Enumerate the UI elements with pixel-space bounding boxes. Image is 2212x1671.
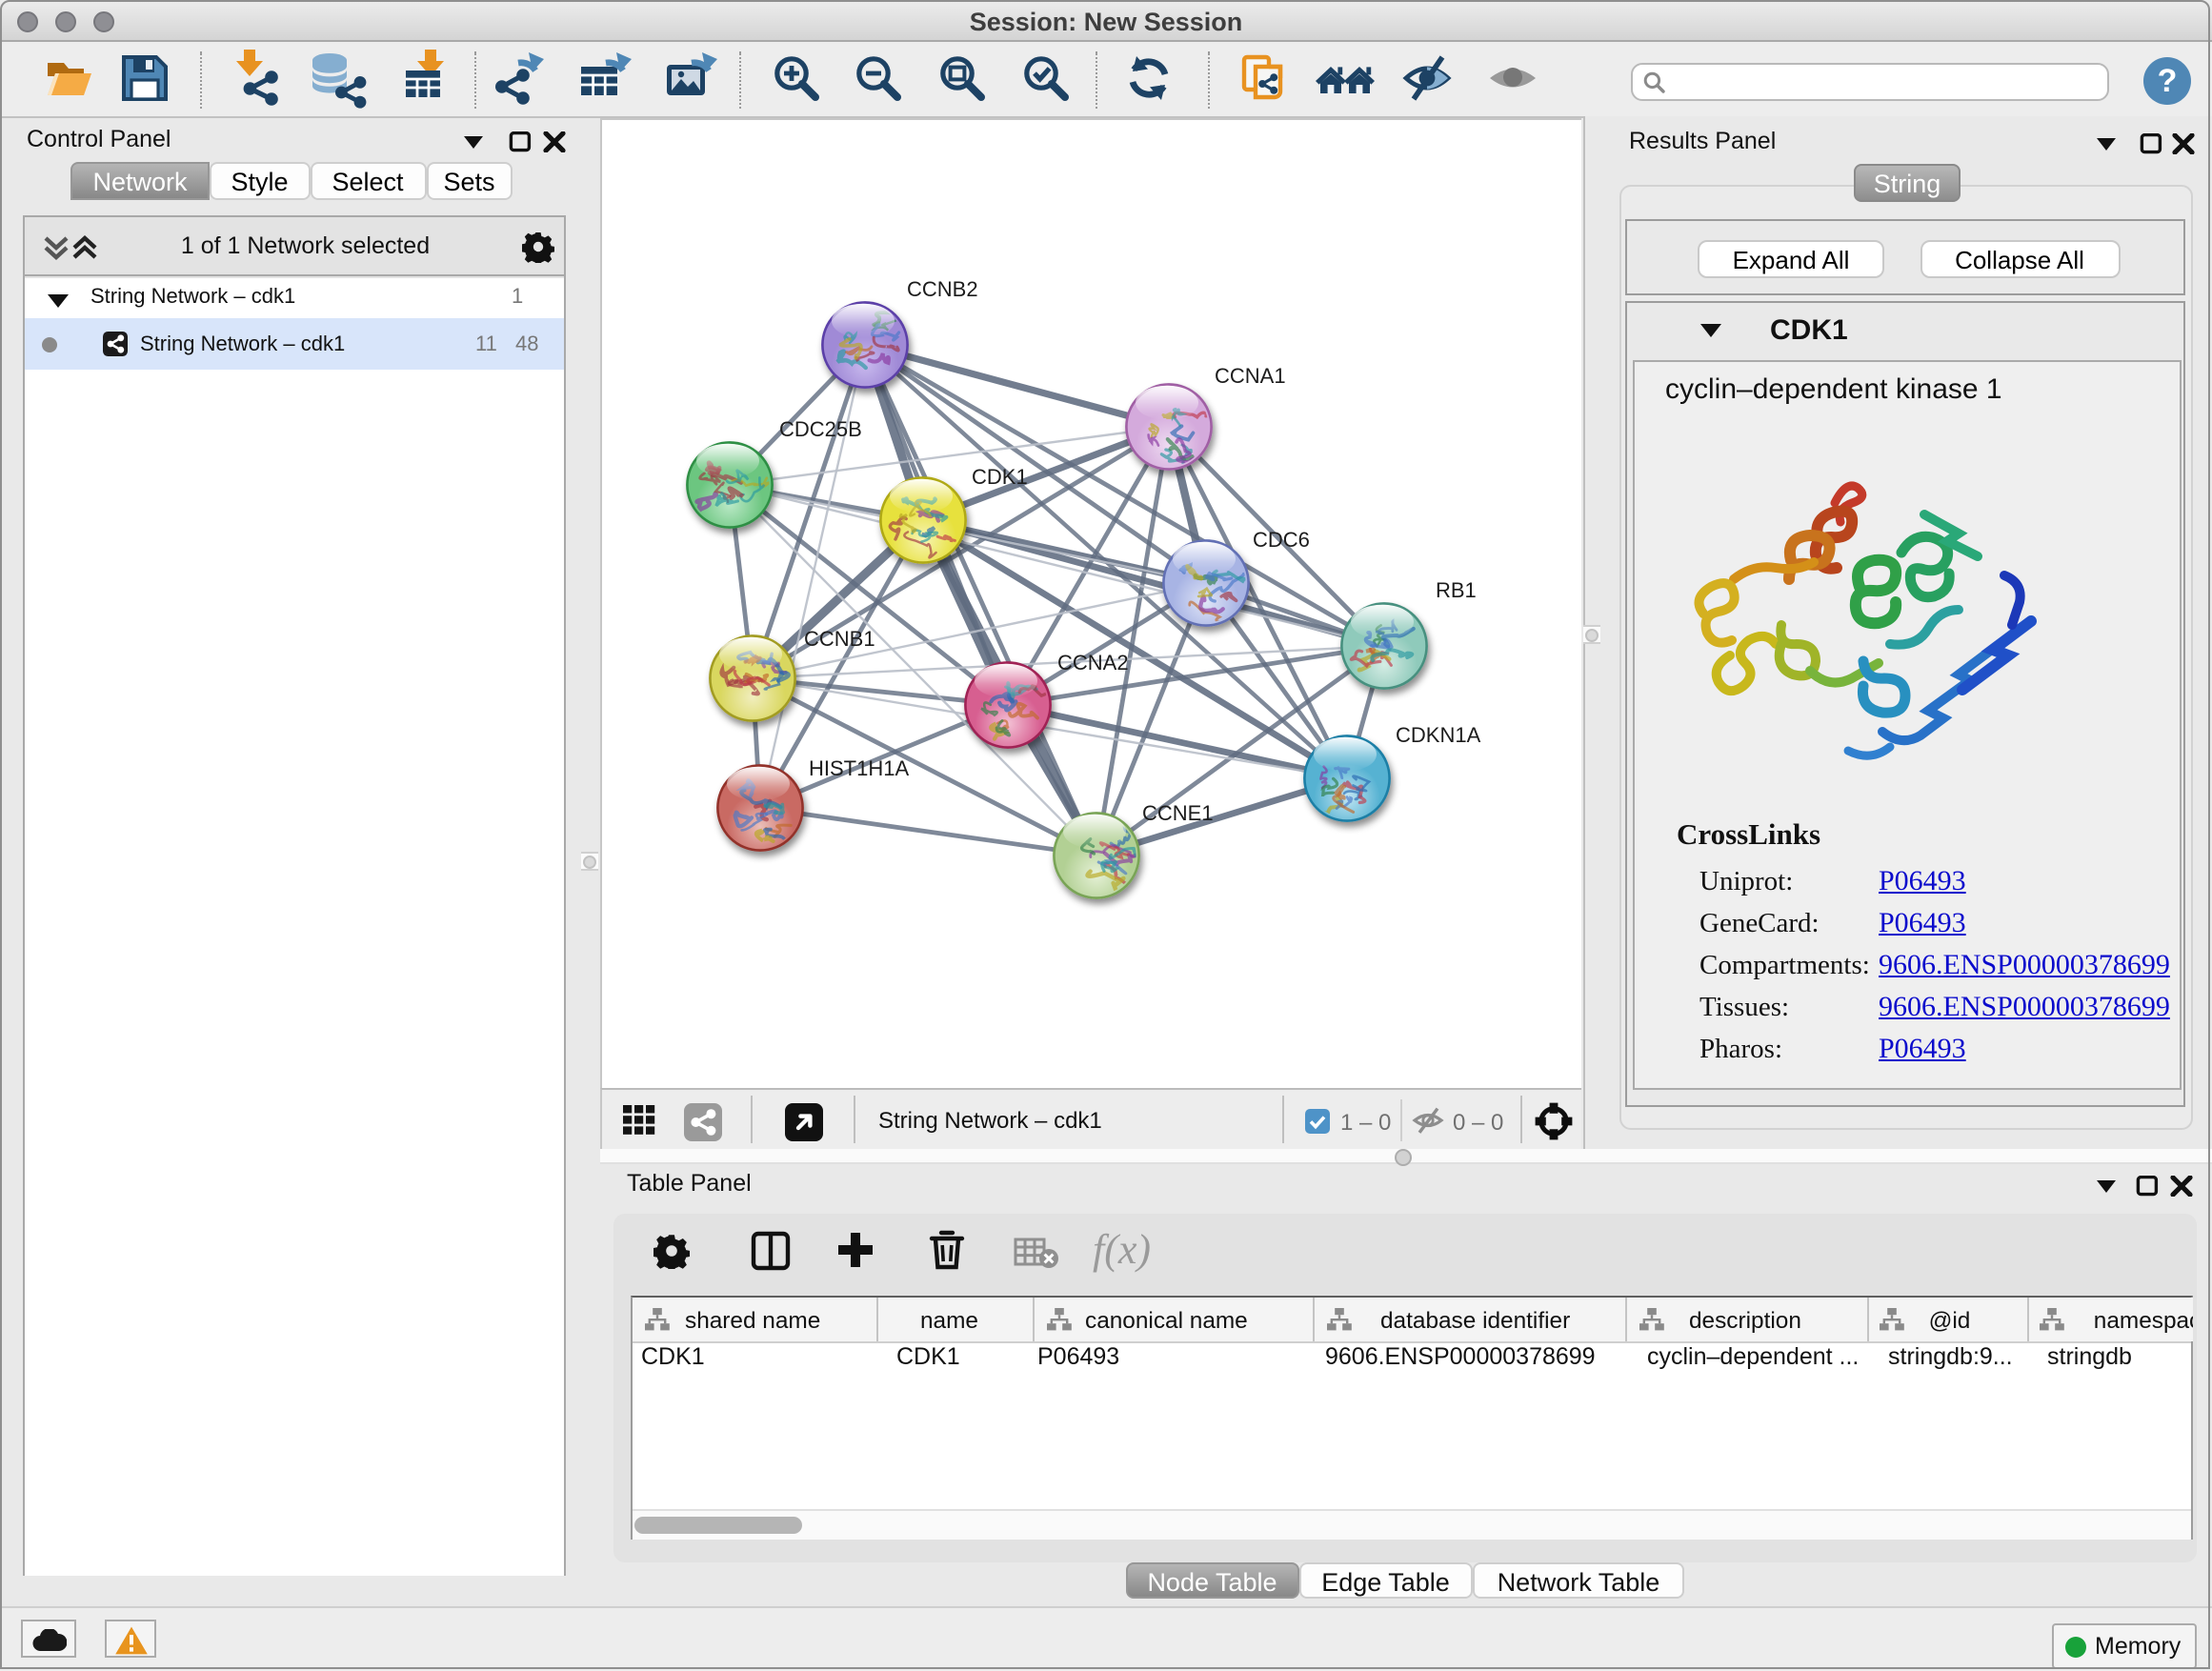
svg-text:CDC6: CDC6 xyxy=(1252,528,1309,552)
svg-text:CCNB1: CCNB1 xyxy=(803,627,875,651)
svg-text:CCNE1: CCNE1 xyxy=(1141,801,1213,825)
svg-text:CDKN1A: CDKN1A xyxy=(1395,723,1480,747)
svg-text:CCNB2: CCNB2 xyxy=(906,277,977,301)
svg-text:HIST1H1A: HIST1H1A xyxy=(808,756,908,780)
svg-text:CDC25B: CDC25B xyxy=(778,417,861,441)
svg-text:CDK1: CDK1 xyxy=(971,465,1027,489)
svg-text:CCNA1: CCNA1 xyxy=(1214,364,1285,388)
svg-text:CCNA2: CCNA2 xyxy=(1056,651,1128,674)
svg-text:RB1: RB1 xyxy=(1435,578,1476,602)
